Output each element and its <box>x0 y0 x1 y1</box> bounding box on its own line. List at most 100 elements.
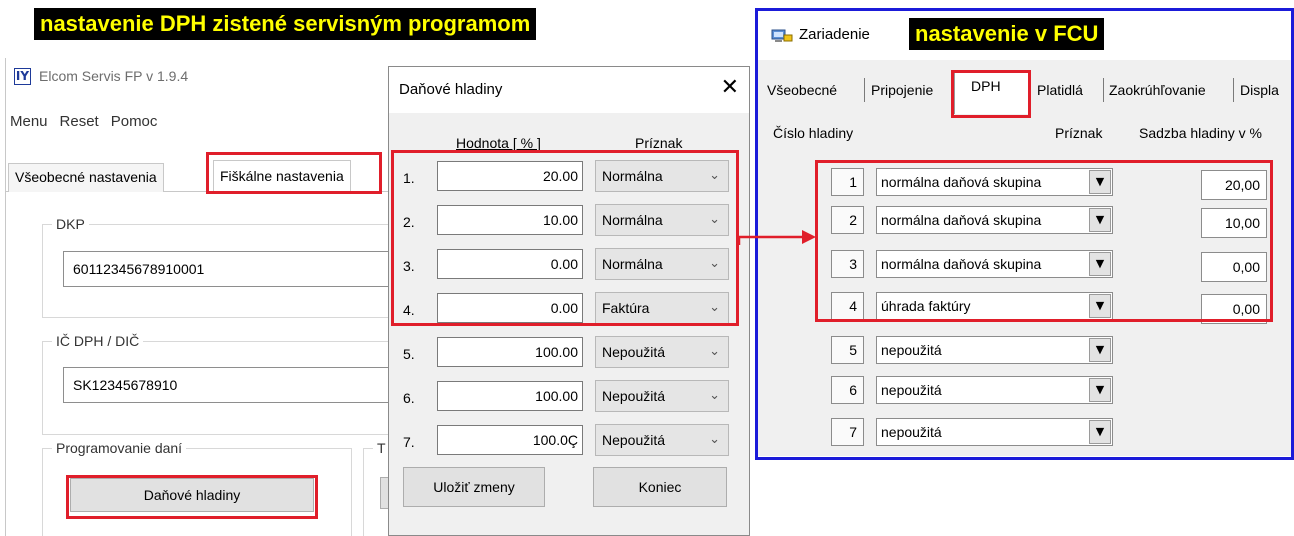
fcu-flag-select[interactable]: nepoužitá ▼ <box>876 376 1113 404</box>
chevron-down-icon: ⌄ <box>709 300 720 315</box>
fcu-level-number: 6 <box>831 376 864 404</box>
fcu-flag-value: nepoužitá <box>881 424 942 440</box>
dialog-flag-select[interactable]: Normálna ⌄ <box>595 160 729 192</box>
fcu-flag-value: normálna daňová skupina <box>881 212 1042 228</box>
dialog-rate-input[interactable]: 100.0Ç <box>437 425 583 455</box>
dkp-label: DKP <box>52 216 89 232</box>
servis-window-title: Elcom Servis FP v 1.9.4 <box>39 68 189 84</box>
servis-tabbar: Všeobecné nastavenia Fiškálne nastavenia <box>6 154 405 192</box>
elcom-app-icon: IY <box>14 67 31 85</box>
tab-general-settings[interactable]: Všeobecné nastavenia <box>8 163 164 192</box>
dropdown-arrow-icon[interactable]: ▼ <box>1089 170 1111 194</box>
dialog-rate-input[interactable]: 10.00 <box>437 205 583 235</box>
dialog-title: Daňové hladiny <box>399 81 503 98</box>
fcu-flag-select[interactable]: úhrada faktúry ▼ <box>876 292 1113 320</box>
servis-menubar: Menu Reset Pomoc <box>6 108 169 134</box>
tab-payments[interactable]: Platidlá <box>1037 82 1083 98</box>
col-level-header: Číslo hladiny <box>773 125 854 141</box>
fcu-flag-select[interactable]: normálna daňová skupina ▼ <box>876 168 1113 196</box>
tab-general[interactable]: Všeobecné <box>767 82 837 98</box>
icdph-field[interactable]: SK12345678910 <box>63 367 393 403</box>
fcu-title-bar: Zariadenie nastavenie v FCU <box>757 10 1292 60</box>
fcu-flag-value: normálna daňová skupina <box>881 256 1042 272</box>
dropdown-arrow-icon[interactable]: ▼ <box>1089 294 1111 318</box>
tab-display[interactable]: Displa <box>1240 82 1279 98</box>
chevron-down-icon: ⌄ <box>709 388 720 403</box>
fcu-flag-select[interactable]: normálna daňová skupina ▼ <box>876 206 1113 234</box>
tax-levels-button[interactable]: Daňové hladiny <box>70 478 314 512</box>
fcu-flag-value: normálna daňová skupina <box>881 174 1042 190</box>
chevron-down-icon: ⌄ <box>709 432 720 447</box>
dialog-title-bar: Daňové hladiny ✕ <box>389 67 749 113</box>
dialog-flag-select[interactable]: Nepoužitá ⌄ <box>595 336 729 368</box>
menu-menu[interactable]: Menu <box>10 113 48 130</box>
menu-reset[interactable]: Reset <box>60 113 99 130</box>
dropdown-arrow-icon[interactable]: ▼ <box>1089 338 1111 362</box>
arrow-icon <box>738 230 816 245</box>
dialog-flag-value: Nepoužitá <box>602 432 666 448</box>
device-icon <box>771 29 793 42</box>
dialog-row-number: 2. <box>403 214 415 230</box>
fcu-rate-input[interactable]: 0,00 <box>1201 294 1267 324</box>
fcu-level-number: 1 <box>831 168 864 196</box>
fcu-flag-select[interactable]: nepoužitá ▼ <box>876 336 1113 364</box>
dialog-row-number: 6. <box>403 390 415 406</box>
fcu-flag-select[interactable]: nepoužitá ▼ <box>876 418 1113 446</box>
end-button[interactable]: Koniec <box>593 467 727 507</box>
tab-connection[interactable]: Pripojenie <box>871 82 933 98</box>
dialog-flag-value: Normálna <box>602 168 663 184</box>
col-rate-header: Sadzba hladiny v % <box>1139 125 1262 141</box>
tax-levels-dialog: Daňové hladiny ✕ Hodnota [ % ] Príznak 1… <box>388 66 750 536</box>
servis-window: IY Elcom Servis FP v 1.9.4 Menu Reset Po… <box>5 58 423 536</box>
chevron-down-icon: ⌄ <box>709 168 720 183</box>
dialog-flag-select[interactable]: Faktúra ⌄ <box>595 292 729 324</box>
fcu-window-title: Zariadenie <box>799 26 870 43</box>
fcu-rate-input[interactable]: 20,00 <box>1201 170 1267 200</box>
caption-left: nastavenie DPH zistené servisným program… <box>34 8 537 40</box>
fcu-flag-select[interactable]: normálna daňová skupina ▼ <box>876 250 1113 278</box>
servis-title-bar: IY Elcom Servis FP v 1.9.4 <box>6 58 405 94</box>
dialog-rate-input[interactable]: 100.00 <box>437 337 583 367</box>
col-flag-header: Príznak <box>635 135 683 151</box>
fcu-rate-input[interactable]: 0,00 <box>1201 252 1267 282</box>
chevron-down-icon: ⌄ <box>709 212 720 227</box>
fcu-rate-input[interactable]: 10,00 <box>1201 208 1267 238</box>
dialog-rate-input[interactable]: 0.00 <box>437 293 583 323</box>
col-value-header: Hodnota [ % ] <box>456 135 541 151</box>
tab-fiscal-settings[interactable]: Fiškálne nastavenia <box>213 160 351 192</box>
dialog-flag-select[interactable]: Nepoužitá ⌄ <box>595 424 729 456</box>
fcu-level-number: 4 <box>831 292 864 320</box>
dialog-flag-select[interactable]: Nepoužitá ⌄ <box>595 380 729 412</box>
dropdown-arrow-icon[interactable]: ▼ <box>1089 252 1111 276</box>
fcu-level-number: 2 <box>831 206 864 234</box>
tab-separator <box>1233 78 1234 102</box>
dialog-flag-value: Nepoužitá <box>602 388 666 404</box>
dropdown-arrow-icon[interactable]: ▼ <box>1089 378 1111 402</box>
dialog-row-number: 4. <box>403 302 415 318</box>
icdph-label: IČ DPH / DIČ <box>52 333 144 349</box>
dropdown-arrow-icon[interactable]: ▼ <box>1089 208 1111 232</box>
tab-separator <box>864 78 865 102</box>
dialog-flag-value: Normálna <box>602 212 663 228</box>
dialog-rate-input[interactable]: 100.00 <box>437 381 583 411</box>
fcu-flag-value: nepoužitá <box>881 382 942 398</box>
menu-pomoc[interactable]: Pomoc <box>111 113 158 130</box>
save-changes-button[interactable]: Uložiť zmeny <box>403 467 545 507</box>
chevron-down-icon: ⌄ <box>709 256 720 271</box>
tab-rounding[interactable]: Zaokrúhľovanie <box>1109 82 1206 98</box>
dialog-row-number: 5. <box>403 346 415 362</box>
dialog-rate-input[interactable]: 20.00 <box>437 161 583 191</box>
dialog-flag-select[interactable]: Normálna ⌄ <box>595 248 729 280</box>
tab-dph[interactable]: DPH <box>971 78 1001 94</box>
dialog-flag-value: Normálna <box>602 256 663 272</box>
tab-separator <box>1103 78 1104 102</box>
dropdown-arrow-icon[interactable]: ▼ <box>1089 420 1111 444</box>
dialog-flag-select[interactable]: Normálna ⌄ <box>595 204 729 236</box>
dialog-rate-input[interactable]: 0.00 <box>437 249 583 279</box>
dkp-field[interactable]: 60112345678910001 <box>63 251 393 287</box>
fcu-level-number: 3 <box>831 250 864 278</box>
col-flag-header: Príznak <box>1055 125 1103 141</box>
caption-right: nastavenie v FCU <box>909 18 1105 50</box>
close-icon[interactable]: ✕ <box>721 76 739 100</box>
fcu-level-number: 7 <box>831 418 864 446</box>
